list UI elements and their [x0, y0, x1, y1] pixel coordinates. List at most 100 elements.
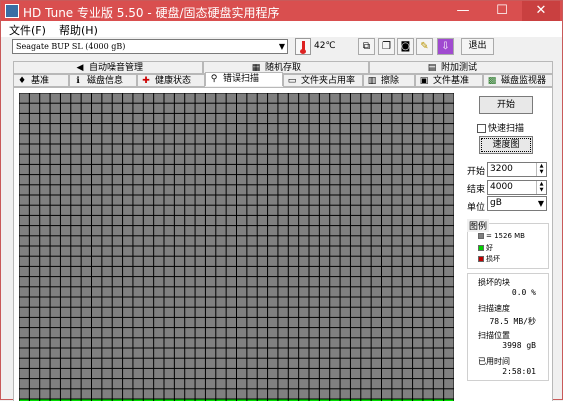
unscanned-block — [113, 145, 122, 154]
unscanned-block — [133, 236, 142, 245]
unscanned-block — [299, 94, 308, 103]
unscanned-block — [196, 338, 205, 347]
unscanned-block — [247, 257, 256, 266]
unscanned-block — [30, 287, 39, 296]
speed-map-button[interactable]: 速度图 — [479, 136, 533, 154]
unscanned-block — [258, 267, 267, 276]
tab-benchmark[interactable]: ♦基准 — [13, 74, 69, 87]
unscanned-block — [82, 236, 91, 245]
unscanned-block — [227, 308, 236, 317]
tab-file-benchmark[interactable]: ▣文件基准 — [415, 74, 483, 87]
unscanned-block — [310, 226, 319, 235]
options-icon[interactable]: ✎ — [416, 38, 433, 55]
unscanned-block — [382, 328, 391, 337]
unscanned-block — [341, 318, 350, 327]
unscanned-block — [392, 318, 401, 327]
unscanned-block — [413, 389, 422, 398]
unscanned-block — [382, 236, 391, 245]
minimize-button[interactable]: — — [444, 1, 482, 21]
menu-file[interactable]: 文件(F) — [9, 22, 46, 38]
unscanned-block — [102, 236, 111, 245]
tab-aam[interactable]: ◀自动噪音管理 — [13, 61, 203, 74]
unscanned-block — [372, 175, 381, 184]
unscanned-block — [258, 216, 267, 225]
tab-folder-usage[interactable]: ▭文件夹占用率 — [283, 74, 363, 87]
unscanned-block — [372, 216, 381, 225]
tab-health[interactable]: ✚健康状态 — [137, 74, 205, 87]
download-icon[interactable]: ⇩ — [437, 38, 454, 55]
screenshot-icon[interactable]: ◙ — [397, 38, 414, 55]
unscanned-block — [299, 236, 308, 245]
tab-extra-tests[interactable]: ▤附加测试 — [369, 61, 553, 74]
unscanned-block — [299, 216, 308, 225]
unscanned-block — [351, 165, 360, 174]
quick-scan-checkbox-row[interactable]: 快速扫描 — [477, 121, 547, 133]
unscanned-block — [351, 185, 360, 194]
unscanned-block — [310, 359, 319, 368]
unscanned-block — [382, 124, 391, 133]
unscanned-block — [392, 104, 401, 113]
unscanned-block — [299, 206, 308, 215]
unscanned-block — [82, 277, 91, 286]
copy-screen-icon[interactable]: ❐ — [378, 38, 395, 55]
unit-select[interactable]: gB ▼ — [487, 196, 547, 211]
drive-select[interactable]: Seagate BUP SL (4000 gB) ▼ — [12, 39, 288, 54]
unscanned-block — [289, 226, 298, 235]
unscanned-block — [92, 338, 101, 347]
unscanned-block — [341, 94, 350, 103]
unscanned-block — [51, 379, 60, 388]
unscanned-block — [278, 236, 287, 245]
unscanned-block — [123, 145, 132, 154]
tab-info[interactable]: ℹ磁盘信息 — [69, 74, 137, 87]
unscanned-block — [123, 257, 132, 266]
health-icon: ✚ — [141, 75, 151, 87]
unscanned-block — [361, 226, 370, 235]
unscanned-block — [227, 257, 236, 266]
copy-info-icon[interactable]: ⧉ — [358, 38, 375, 55]
unscanned-block — [175, 308, 184, 317]
unscanned-block — [175, 298, 184, 307]
unscanned-block — [144, 277, 153, 286]
tab-erase[interactable]: ▥擦除 — [363, 74, 415, 87]
unscanned-block — [444, 196, 453, 205]
start-scan-button[interactable]: 开始 — [479, 96, 533, 114]
unscanned-block — [247, 226, 256, 235]
close-button[interactable]: ✕ — [522, 1, 560, 21]
exit-button[interactable]: 退出 — [461, 38, 494, 55]
unscanned-block — [392, 206, 401, 215]
unscanned-block — [196, 349, 205, 358]
unscanned-block — [444, 389, 453, 398]
title-bar[interactable]: HD Tune 专业版 5.50 - 硬盘/固态硬盘实用程序 — ☐ ✕ — [1, 1, 562, 21]
unscanned-block — [237, 247, 246, 256]
unscanned-block — [423, 369, 432, 378]
unscanned-block — [20, 328, 29, 337]
maximize-button[interactable]: ☐ — [483, 1, 521, 21]
unscanned-block — [102, 216, 111, 225]
unscanned-block — [165, 124, 174, 133]
unscanned-block — [133, 277, 142, 286]
end-position-input[interactable]: 4000 ▲▼ — [487, 180, 547, 195]
unscanned-block — [40, 236, 49, 245]
unscanned-block — [413, 287, 422, 296]
menu-help[interactable]: 帮助(H) — [59, 22, 98, 38]
unscanned-block — [165, 216, 174, 225]
spin-arrows-icon[interactable]: ▲▼ — [536, 181, 546, 194]
unscanned-block — [144, 155, 153, 164]
unscanned-block — [133, 338, 142, 347]
unscanned-block — [330, 196, 339, 205]
unscanned-block — [361, 369, 370, 378]
unscanned-block — [320, 114, 329, 123]
spin-arrows-icon[interactable]: ▲▼ — [536, 163, 546, 176]
unscanned-block — [82, 349, 91, 358]
tab-error-scan[interactable]: ⚲错误扫描 — [205, 72, 283, 86]
unscanned-block — [392, 155, 401, 164]
unscanned-block — [30, 277, 39, 286]
unscanned-block — [289, 236, 298, 245]
unscanned-block — [423, 196, 432, 205]
quick-scan-checkbox[interactable] — [477, 124, 486, 133]
start-position-input[interactable]: 3200 ▲▼ — [487, 162, 547, 177]
unscanned-block — [361, 338, 370, 347]
unscanned-block — [216, 165, 225, 174]
tab-disk-monitor[interactable]: ▩磁盘监视器 — [483, 74, 553, 87]
unscanned-block — [133, 369, 142, 378]
